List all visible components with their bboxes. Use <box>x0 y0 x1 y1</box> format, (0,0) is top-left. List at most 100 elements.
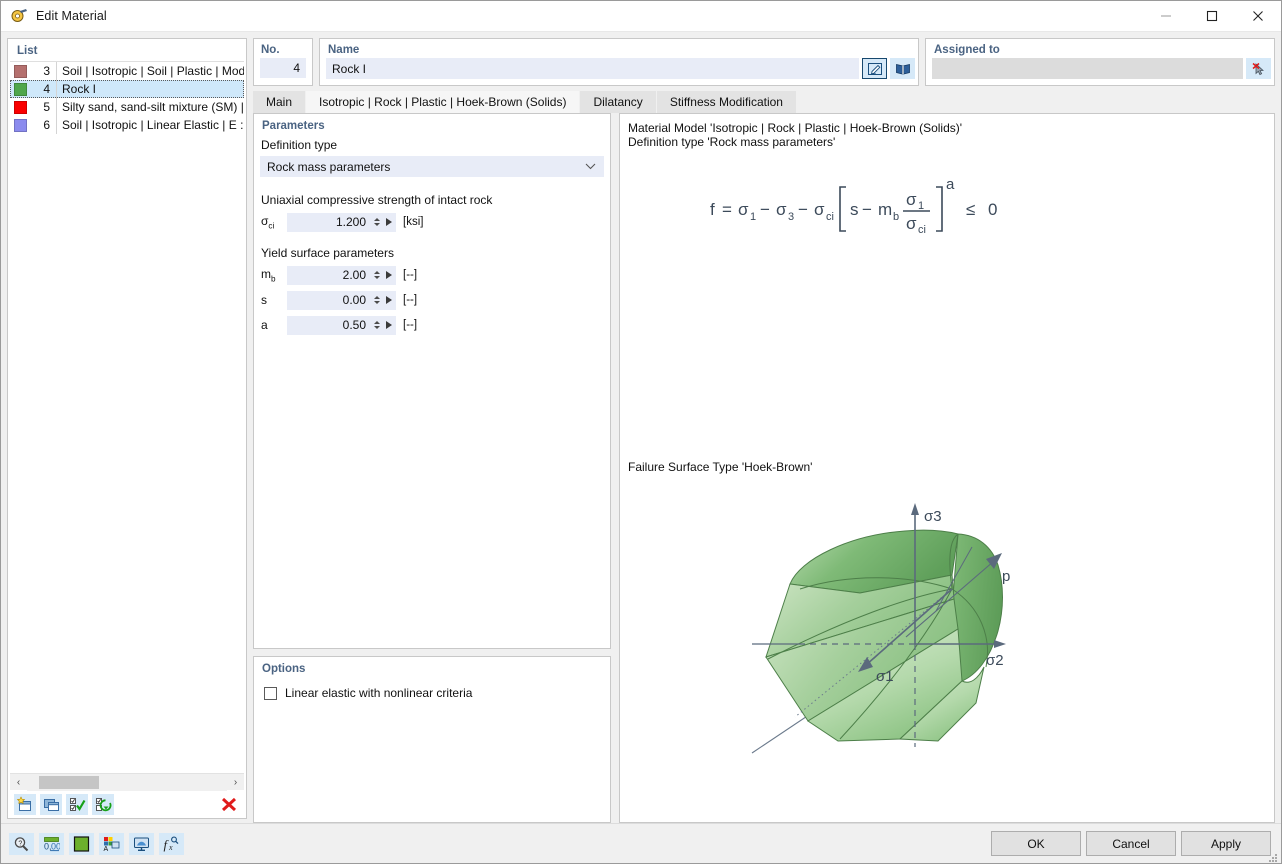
svg-text:−: − <box>760 200 770 219</box>
definition-type-line: Definition type 'Rock mass parameters' <box>620 135 1274 149</box>
mb-expand-button[interactable] <box>382 266 396 285</box>
main-area: No. 4 Name <box>253 38 1275 823</box>
assigned-value[interactable] <box>932 58 1243 79</box>
svg-text:00: 00 <box>51 841 60 851</box>
material-list[interactable]: 3 Soil | Isotropic | Soil | Plastic | Mo… <box>10 61 244 773</box>
svg-text:s: s <box>850 200 859 219</box>
color-swatch <box>14 101 27 114</box>
dialog-body: List 3 Soil | Isotropic | Soil | Plastic… <box>1 32 1281 823</box>
s-stepper[interactable] <box>371 291 382 310</box>
list-item-number: 4 <box>34 82 50 96</box>
select-pointer-icon[interactable] <box>1246 58 1271 79</box>
axis-label-sigma3: σ3 <box>924 508 942 525</box>
axis-label-p: p <box>1002 568 1010 585</box>
list-item-label: Soil | Isotropic | Soil | Plastic | Modi… <box>62 64 244 78</box>
tab-main[interactable]: Main <box>253 91 306 113</box>
number-value[interactable]: 4 <box>260 58 306 78</box>
s-input[interactable]: 0.00 <box>287 291 371 310</box>
number-panel: No. 4 <box>253 38 313 86</box>
yield-surface-label: Yield surface parameters <box>254 246 610 264</box>
svg-text:σ: σ <box>906 190 917 209</box>
list-item[interactable]: 4 Rock I <box>10 80 244 98</box>
assigned-row <box>932 58 1271 79</box>
svg-text:0: 0 <box>988 200 997 219</box>
scrollbar-track[interactable] <box>27 774 227 791</box>
svg-text:1: 1 <box>750 211 756 223</box>
number-format-icon[interactable]: 0, 00 <box>39 833 64 855</box>
a-symbol: a <box>261 318 287 332</box>
column-divider <box>56 116 57 134</box>
check-all-button[interactable] <box>66 794 88 815</box>
list-item[interactable]: 6 Soil | Isotropic | Linear Elastic | E … <box>10 116 244 134</box>
color-swatch <box>14 119 27 132</box>
s-expand-button[interactable] <box>382 291 396 310</box>
mb-symbol: mb <box>261 267 287 283</box>
delete-material-button[interactable] <box>218 794 240 815</box>
material-list-panel: List 3 Soil | Isotropic | Soil | Plastic… <box>7 38 247 819</box>
a-expand-button[interactable] <box>382 316 396 335</box>
svg-text:ci: ci <box>918 224 926 236</box>
yield-function-formula: f = σ 1 − σ 3 − σ ci <box>620 167 1274 246</box>
color-swatch-icon[interactable] <box>69 833 94 855</box>
resize-grip[interactable] <box>1268 850 1278 860</box>
mb-input[interactable]: 2.00 <box>287 266 371 285</box>
model-info-panel: Material Model 'Isotropic | Rock | Plast… <box>619 113 1275 823</box>
uniaxial-unit: [ksi] <box>403 216 423 228</box>
definition-type-select[interactable]: Rock mass parameters <box>260 156 604 177</box>
tab-dilatancy[interactable]: Dilatancy <box>580 91 656 113</box>
scroll-left-icon[interactable]: ‹ <box>10 774 27 791</box>
linear-elastic-checkbox[interactable] <box>264 687 277 700</box>
refresh-selection-button[interactable] <box>92 794 114 815</box>
scrollbar-thumb[interactable] <box>39 776 99 789</box>
linear-elastic-checkbox-row[interactable]: Linear elastic with nonlinear criteria <box>254 681 610 700</box>
list-item[interactable]: 5 Silty sand, sand-silt mixture (SM) | I… <box>10 98 244 116</box>
column-divider <box>56 98 57 116</box>
tab-isotropic-rock-plastic-hoek-brown[interactable]: Isotropic | Rock | Plastic | Hoek-Brown … <box>306 91 580 113</box>
tab-stiffness-modification[interactable]: Stiffness Modification <box>657 91 797 113</box>
list-item-number: 5 <box>34 100 50 114</box>
spacer <box>254 177 610 193</box>
uniaxial-stepper[interactable] <box>371 213 382 232</box>
svg-text:σ: σ <box>814 200 825 219</box>
svg-text:m: m <box>878 200 892 219</box>
edit-material-window: Edit Material List 3 Soil | Isotropic | … <box>0 0 1282 864</box>
definition-type-value: Rock mass parameters <box>267 160 390 174</box>
a-stepper[interactable] <box>371 316 382 335</box>
display-properties-icon[interactable]: A <box>99 833 124 855</box>
svg-text:−: − <box>798 200 808 219</box>
assigned-panel: Assigned to <box>925 38 1275 86</box>
cancel-button[interactable]: Cancel <box>1086 831 1176 856</box>
close-button[interactable] <box>1235 1 1281 31</box>
window-title: Edit Material <box>36 9 107 23</box>
minimize-button[interactable] <box>1143 1 1189 31</box>
maximize-button[interactable] <box>1189 1 1235 31</box>
svg-text:σ: σ <box>776 200 787 219</box>
horizontal-scrollbar[interactable]: ‹ › <box>10 773 244 790</box>
apply-button[interactable]: Apply <box>1181 831 1271 856</box>
column-divider <box>56 62 57 80</box>
axis-label-sigma2: σ2 <box>986 652 1004 669</box>
uniaxial-expand-button[interactable] <box>382 213 396 232</box>
uniaxial-strength-input[interactable]: 1.200 <box>287 213 371 232</box>
name-caption: Name <box>320 39 918 58</box>
magnifier-icon[interactable]: ? <box>9 833 34 855</box>
monitor-icon[interactable] <box>129 833 154 855</box>
svg-text:?: ? <box>18 840 22 847</box>
mb-stepper[interactable] <box>371 266 382 285</box>
edit-pencil-icon[interactable] <box>862 58 887 79</box>
yield-row-s: s 0.00 [--] <box>254 289 610 311</box>
a-input[interactable]: 0.50 <box>287 316 371 335</box>
name-input[interactable] <box>326 58 859 79</box>
book-library-icon[interactable] <box>890 58 915 79</box>
function-icon[interactable]: f x <box>159 833 184 855</box>
list-item[interactable]: 3 Soil | Isotropic | Soil | Plastic | Mo… <box>10 62 244 80</box>
linear-elastic-label: Linear elastic with nonlinear criteria <box>285 686 472 700</box>
ok-button[interactable]: OK <box>991 831 1081 856</box>
yield-row-a: a 0.50 [--] <box>254 314 610 336</box>
chevron-down-icon[interactable] <box>585 162 596 172</box>
new-material-button[interactable] <box>14 794 36 815</box>
a-unit: [--] <box>403 319 417 331</box>
scroll-right-icon[interactable]: › <box>227 774 244 791</box>
copy-material-button[interactable] <box>40 794 62 815</box>
color-swatch <box>14 83 27 96</box>
